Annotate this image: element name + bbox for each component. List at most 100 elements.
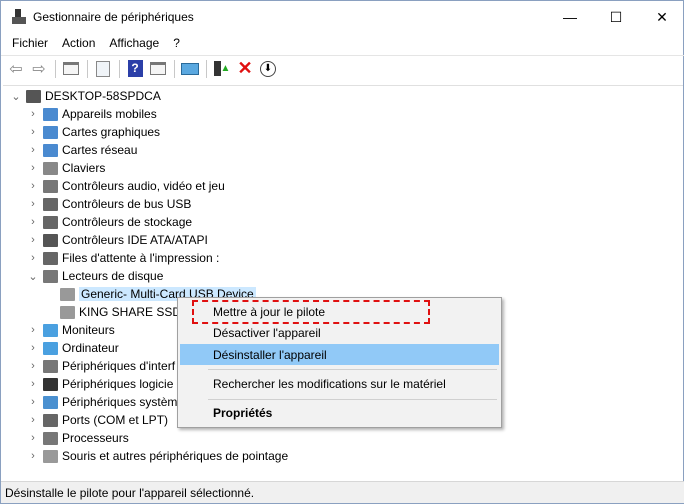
device-category-icon — [60, 287, 75, 301]
tree-item[interactable]: ⌄ Lecteurs de disque — [28, 267, 163, 285]
toolbar: ⇦ ⇨ ? ▲ ✕ ⬇ — [1, 55, 684, 81]
tree-item[interactable]: › Contrôleurs de stockage — [28, 213, 192, 231]
expand-chevron-icon[interactable]: › — [28, 162, 38, 174]
tree-item[interactable]: › Contrôleurs de bus USB — [28, 195, 191, 213]
tree-item-label: Périphériques logicie — [62, 377, 174, 391]
device-category-icon — [43, 359, 58, 373]
scan-hardware-label: Rechercher les modifications sur le maté… — [213, 376, 446, 391]
tree-item-label: Claviers — [62, 161, 106, 175]
expand-chevron-icon[interactable]: › — [28, 342, 38, 354]
device-category-icon — [43, 125, 58, 139]
expand-chevron-icon[interactable]: › — [28, 198, 38, 210]
tree-root[interactable]: ⌄ DESKTOP-58SPDCA — [11, 87, 161, 105]
tree-item-label: Ports (COM et LPT) — [62, 413, 169, 427]
tree-item-label: Contrôleurs de bus USB — [62, 197, 192, 211]
menu-item-uninstall-device[interactable]: Désinstaller l'appareil — [180, 344, 499, 365]
tree-item[interactable]: › Appareils mobiles — [28, 105, 157, 123]
tree-item-label: Lecteurs de disque — [62, 269, 164, 283]
tree-item[interactable]: › Contrôleurs IDE ATA/ATAPI — [28, 231, 208, 249]
tree-item[interactable]: › Claviers — [28, 159, 105, 177]
window-title: Gestionnaire de périphériques — [33, 10, 194, 24]
tree-item-label: Moniteurs — [62, 323, 115, 337]
update-driver-icon[interactable]: ▲ — [211, 58, 233, 80]
expand-chevron-icon[interactable]: › — [28, 126, 38, 138]
device-category-icon — [43, 377, 58, 391]
status-text: Désinstalle le pilote pour l'appareil sé… — [5, 485, 255, 500]
expand-chevron-icon[interactable]: › — [28, 144, 38, 156]
back-icon[interactable]: ⇦ — [5, 58, 27, 80]
tree-item[interactable]: › Périphériques systèm — [28, 393, 177, 411]
tree-item[interactable]: › Moniteurs — [28, 321, 115, 339]
menu-item-scan-hardware[interactable]: Rechercher les modifications sur le maté… — [180, 373, 499, 394]
menu-separator — [208, 399, 497, 400]
tree-item[interactable]: › Contrôleurs audio, vidéo et jeu — [28, 177, 225, 195]
tree-item-label: Périphériques d'interf — [62, 359, 176, 373]
device-category-icon — [43, 431, 58, 445]
minimize-button[interactable]: — — [547, 1, 593, 33]
expand-chevron-icon[interactable]: › — [28, 324, 38, 336]
show-hide-console-tree-icon[interactable] — [60, 58, 82, 80]
device-category-icon — [43, 143, 58, 157]
menu-action[interactable]: Action — [55, 36, 102, 50]
device-category-icon — [43, 215, 58, 229]
menu-fichier[interactable]: Fichier — [5, 36, 55, 50]
expand-chevron-icon[interactable]: › — [28, 216, 38, 228]
expand-chevron-icon[interactable]: › — [28, 378, 38, 390]
expand-chevron-icon[interactable]: › — [28, 234, 38, 246]
action-pane-icon[interactable] — [147, 58, 169, 80]
menu-affichage[interactable]: Affichage — [102, 36, 166, 50]
tree-item-label: DESKTOP-58SPDCA — [45, 89, 161, 103]
help-icon[interactable]: ? — [124, 58, 146, 80]
device-manager-icon — [11, 9, 27, 25]
menu-item-disable-device[interactable]: Désactiver l'appareil — [180, 322, 499, 343]
maximize-button[interactable]: ☐ — [593, 1, 639, 33]
tree-item[interactable]: › Périphériques logicie — [28, 375, 173, 393]
tree-item[interactable]: › Périphériques d'interf — [28, 357, 175, 375]
device-category-icon — [43, 341, 58, 355]
menu-help[interactable]: ? — [166, 36, 187, 50]
disable-device-icon[interactable]: ⬇ — [257, 58, 279, 80]
forward-icon[interactable]: ⇨ — [28, 58, 50, 80]
expand-chevron-icon[interactable]: › — [28, 414, 38, 426]
expand-chevron-icon[interactable]: › — [28, 432, 38, 444]
uninstall-device-label: Désinstaller l'appareil — [213, 347, 327, 362]
expand-chevron-icon[interactable]: › — [28, 396, 38, 408]
device-category-icon — [43, 251, 58, 265]
expand-chevron-icon[interactable]: › — [28, 450, 38, 462]
tree-item[interactable]: › Cartes réseau — [28, 141, 137, 159]
tree-item[interactable]: › Files d'attente à l'impression : — [28, 249, 219, 267]
tree-item[interactable]: › Cartes graphiques — [28, 123, 160, 141]
tree-item[interactable]: › Souris et autres périphériques de point… — [28, 447, 288, 465]
uninstall-icon[interactable]: ✕ — [234, 58, 256, 80]
tree-item-label: Contrôleurs de stockage — [62, 215, 193, 229]
context-menu: Mettre à jour le pilote Désactiver l'app… — [177, 297, 502, 428]
properties-icon[interactable] — [92, 58, 114, 80]
toolbar-separator — [119, 59, 120, 78]
device-category-icon — [60, 305, 75, 319]
tree-item-label: Files d'attente à l'impression : — [62, 251, 220, 265]
scan-hardware-icon[interactable] — [179, 58, 201, 80]
tree-item[interactable]: › Ports (COM et LPT) — [28, 411, 168, 429]
tree-item-label: Contrôleurs IDE ATA/ATAPI — [62, 233, 208, 247]
tree-item-disk[interactable]: KING SHARE SSD — [45, 303, 181, 321]
device-category-icon — [26, 89, 41, 103]
device-category-icon — [43, 269, 58, 283]
collapse-chevron-icon[interactable]: ⌄ — [11, 90, 21, 103]
device-category-icon — [43, 233, 58, 247]
disable-device-label: Désactiver l'appareil — [213, 325, 321, 340]
toolbar-separator — [174, 59, 175, 78]
expand-chevron-icon[interactable]: › — [28, 252, 38, 264]
expand-chevron-icon[interactable]: › — [28, 180, 38, 192]
tree-item-label: Appareils mobiles — [62, 107, 157, 121]
tree-item-label: Processeurs — [62, 431, 129, 445]
toolbar-separator — [55, 59, 56, 78]
tree-item-label: KING SHARE SSD — [79, 305, 182, 319]
menu-item-properties[interactable]: Propriétés — [180, 402, 499, 423]
tree-item[interactable]: › Ordinateur — [28, 339, 119, 357]
collapse-chevron-icon[interactable]: ⌄ — [28, 270, 38, 283]
expand-chevron-icon[interactable]: › — [28, 360, 38, 372]
tree-item[interactable]: › Processeurs — [28, 429, 129, 447]
close-button[interactable]: ✕ — [639, 1, 684, 33]
tree-item-label: Cartes graphiques — [62, 125, 161, 139]
expand-chevron-icon[interactable]: › — [28, 108, 38, 120]
